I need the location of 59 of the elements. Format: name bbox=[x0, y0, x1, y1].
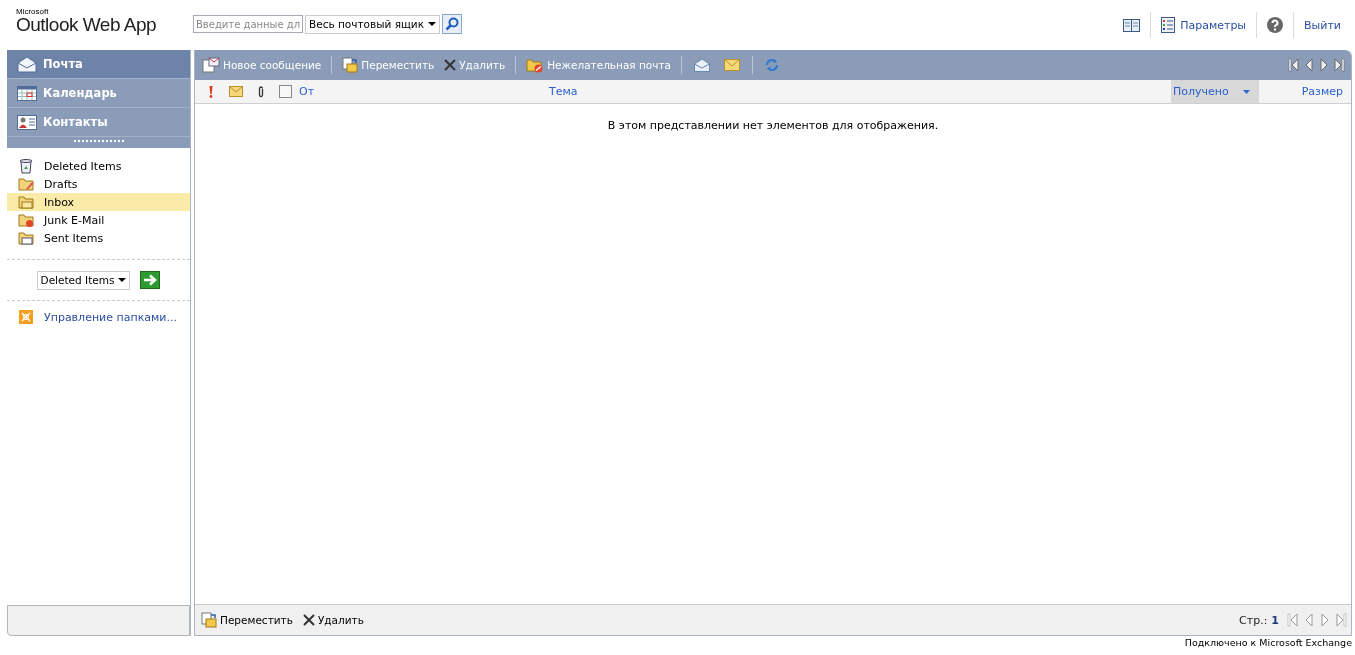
folder-icon bbox=[342, 57, 359, 73]
empty-message: В этом представлении нет элементов для отображения. bbox=[607, 119, 939, 134]
folder-item[interactable]: Sent Items bbox=[7, 229, 190, 247]
calendar-icon bbox=[17, 84, 37, 102]
folder-dropdown[interactable]: Deleted Items bbox=[36, 270, 131, 290]
delete-icon bbox=[444, 59, 457, 71]
first-page-icon[interactable] bbox=[1287, 613, 1299, 627]
previous-icon[interactable] bbox=[1303, 613, 1315, 627]
folder-item[interactable]: Deleted Items bbox=[7, 157, 190, 175]
folder-icon bbox=[18, 176, 34, 192]
scope-dropdown[interactable]: Весь почтовый ящик bbox=[305, 14, 440, 34]
trash-can-icon bbox=[18, 158, 34, 174]
column-header[interactable]: Тема bbox=[545, 80, 1171, 103]
connection-status: Подключено к Microsoft Exchange bbox=[1184, 637, 1352, 648]
last-page-icon[interactable] bbox=[1333, 58, 1345, 72]
list-icon bbox=[1161, 17, 1176, 33]
next-icon[interactable] bbox=[1318, 58, 1330, 72]
column-header[interactable]: Размер bbox=[1259, 80, 1351, 103]
sign-out-link[interactable]: Выйти bbox=[1304, 18, 1341, 32]
contact-card-icon bbox=[17, 113, 37, 131]
pattern-icon bbox=[19, 310, 33, 324]
page-number: 1 bbox=[1271, 613, 1279, 627]
search-button[interactable] bbox=[442, 14, 462, 34]
new-message-icon bbox=[202, 57, 220, 73]
folder-item[interactable]: Inbox bbox=[7, 193, 190, 211]
envelope-icon[interactable] bbox=[724, 59, 741, 71]
next-icon[interactable] bbox=[1319, 613, 1331, 627]
folder-icon bbox=[18, 212, 34, 228]
options-link[interactable]: Параметры bbox=[1161, 17, 1247, 33]
envelope-icon[interactable] bbox=[694, 58, 711, 72]
delete-icon bbox=[302, 614, 315, 626]
brand-caption: Microsoft bbox=[16, 8, 50, 15]
envelope-icon bbox=[17, 55, 37, 73]
help-icon[interactable] bbox=[1267, 17, 1284, 33]
folder-icon bbox=[526, 57, 545, 73]
search-field[interactable]: Введите данные дл bbox=[193, 15, 303, 33]
delete-button[interactable]: Удалить bbox=[299, 609, 367, 631]
address-book-icon[interactable] bbox=[1123, 18, 1141, 32]
product-logo: Outlook Web App bbox=[16, 15, 158, 35]
importance-icon[interactable] bbox=[207, 85, 214, 98]
folder-icon bbox=[18, 230, 34, 246]
module-tab[interactable]: Почта bbox=[7, 50, 190, 79]
column-header[interactable]: От bbox=[295, 80, 545, 103]
folder-item[interactable]: Junk E-Mail bbox=[7, 211, 190, 229]
folder-item[interactable]: Drafts bbox=[7, 175, 190, 193]
go-button[interactable] bbox=[140, 271, 161, 289]
column-header[interactable]: Получено bbox=[1171, 80, 1259, 103]
sort-arrow-icon bbox=[1242, 89, 1250, 94]
envelope-icon[interactable] bbox=[228, 86, 243, 97]
manage-folders-link[interactable]: Управление папками... bbox=[44, 310, 177, 324]
last-page-icon[interactable] bbox=[1335, 613, 1347, 627]
page-label: Стр.: bbox=[1239, 613, 1268, 627]
folder-icon bbox=[201, 612, 217, 628]
paperclip-icon[interactable] bbox=[256, 85, 265, 98]
move-button[interactable]: Переместить bbox=[198, 609, 296, 631]
folder-icon bbox=[18, 194, 34, 210]
previous-icon[interactable] bbox=[1303, 58, 1315, 72]
first-page-icon[interactable] bbox=[1288, 58, 1300, 72]
select-all-checkbox[interactable] bbox=[279, 85, 292, 98]
